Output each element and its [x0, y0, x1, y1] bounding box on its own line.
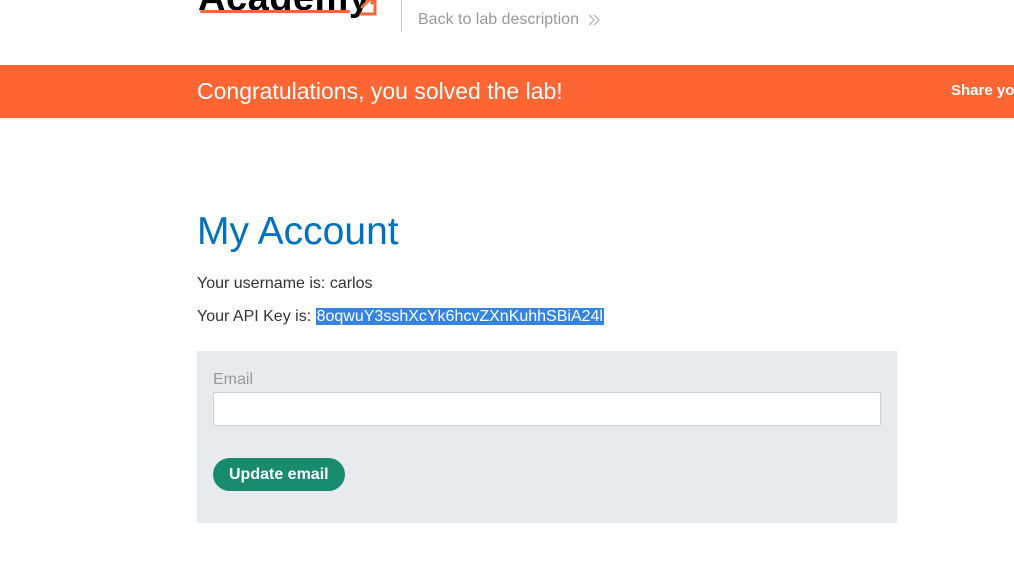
email-label: Email	[213, 371, 254, 388]
back-to-lab-description-link[interactable]: Back to lab description	[418, 11, 601, 29]
logo-text: Academy	[198, 0, 370, 18]
api-key-prefix: Your API Key is:	[197, 308, 316, 325]
back-link-label: Back to lab description	[418, 11, 579, 28]
username-value: carlos	[329, 275, 373, 292]
double-chevron-right-icon	[588, 14, 601, 26]
logo-underline	[200, 10, 350, 13]
email-input[interactable]	[213, 392, 881, 426]
portswigger-arrow-icon	[359, 0, 377, 16]
site-header: Academy Back to lab description	[0, 0, 1014, 65]
banner-title: Congratulations, you solved the lab!	[197, 78, 563, 104]
username-prefix: Your username is:	[197, 275, 330, 292]
api-key-value[interactable]: 8oqwuY3sshXcYk6hcvZXnKuhhSBiA24l	[315, 308, 604, 325]
account-section: My Account Your username is: carlos Your…	[197, 210, 897, 523]
change-email-form: Email Update email	[197, 351, 897, 523]
api-key-line: Your API Key is: 8oqwuY3sshXcYk6hcvZXnKu…	[197, 307, 604, 327]
lab-solved-banner: Congratulations, you solved the lab! Sha…	[0, 65, 1014, 118]
academy-logo[interactable]: Academy	[196, 0, 386, 18]
share-your-skills-link[interactable]: Share yo	[951, 82, 1014, 100]
page-title: My Account	[197, 210, 399, 253]
username-line: Your username is: carlos	[197, 274, 373, 294]
header-divider	[401, 0, 402, 32]
update-email-button[interactable]: Update email	[213, 458, 345, 491]
